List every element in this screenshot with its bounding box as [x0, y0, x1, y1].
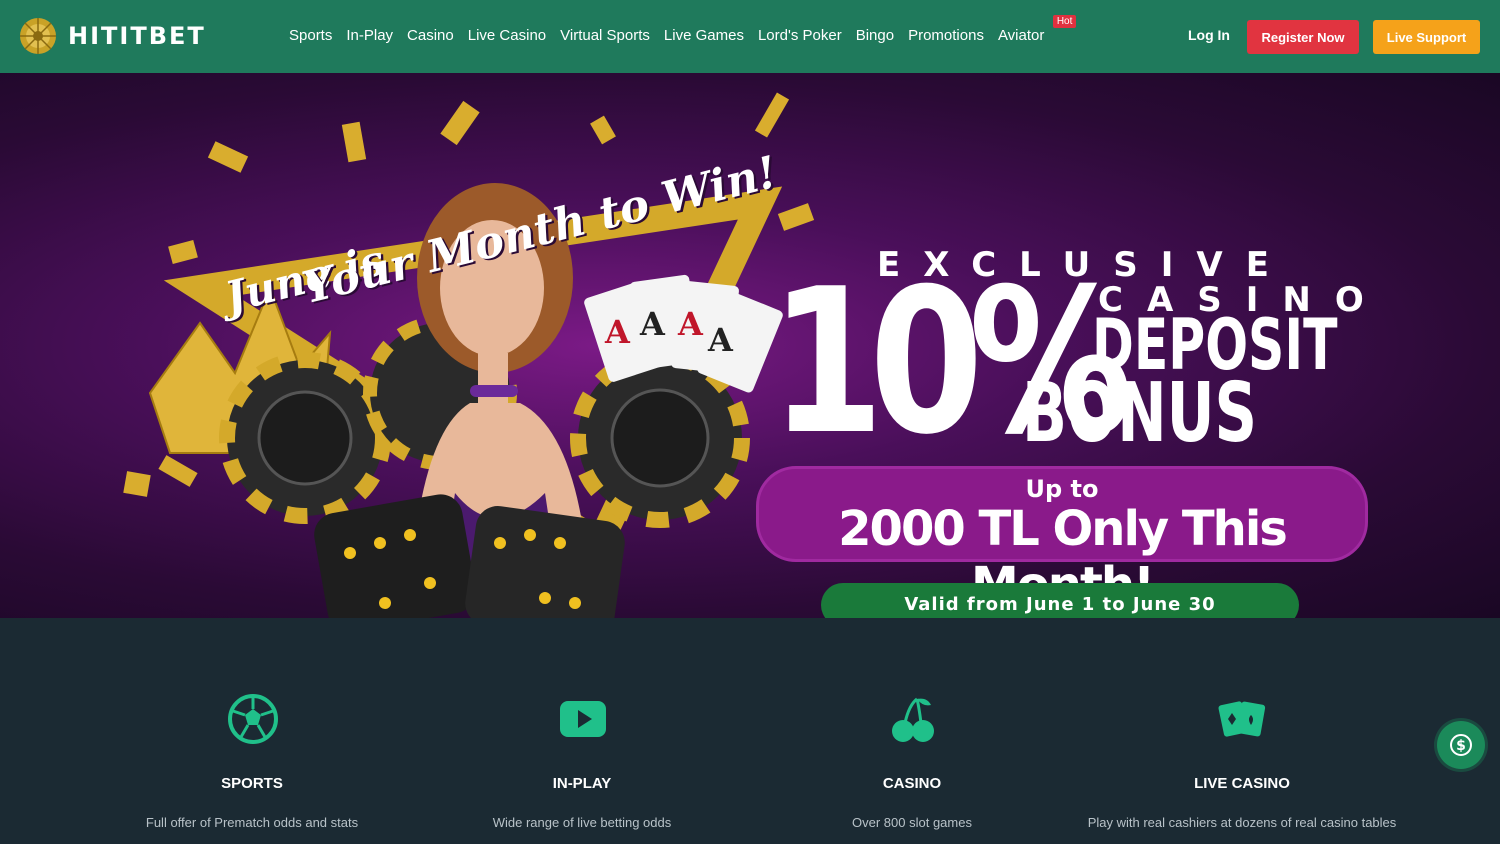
top-header: HITITBET Sports In-Play Casino Live Casi…	[0, 0, 1500, 73]
play-icon	[560, 701, 606, 737]
hero-valid-button[interactable]: Valid from June 1 to June 30	[821, 583, 1299, 618]
floating-dollar-button[interactable]: $	[1437, 721, 1485, 769]
nav-item-casino[interactable]: Casino	[407, 27, 454, 44]
cards-icon	[1218, 701, 1266, 737]
brand-name: HITITBET	[68, 22, 206, 50]
hot-badge: Hot	[1052, 15, 1077, 28]
nav-item-aviator[interactable]: Aviator Hot	[997, 15, 1077, 44]
svg-text:A: A	[639, 305, 666, 343]
features-section: SPORTS Full offer of Prematch odds and s…	[0, 618, 1500, 844]
nav-item-bingo[interactable]: Bingo	[856, 27, 894, 44]
soccer-ball-icon	[228, 694, 278, 744]
feature-desc: Play with real cashiers at dozens of rea…	[1087, 815, 1397, 830]
hero-upto: Up to	[1025, 475, 1099, 503]
nav-item-sports[interactable]: Sports	[289, 27, 332, 44]
feature-desc: Full offer of Prematch odds and stats	[145, 815, 359, 830]
feature-title: CASINO	[882, 775, 942, 792]
nav-item-aviator-label: Aviator	[997, 27, 1045, 44]
nav-item-in-play[interactable]: In-Play	[346, 27, 393, 44]
feature-title: LIVE CASINO	[1194, 775, 1290, 792]
feature-desc: Over 800 slot games	[852, 815, 972, 830]
register-button[interactable]: Register Now	[1247, 20, 1359, 54]
hero-bonus: BONUS	[1022, 366, 1258, 461]
hero-amount-box: Up to 2000 TL Only This Month!	[756, 466, 1368, 613]
svg-text:A: A	[604, 313, 631, 351]
svg-text:$: $	[1456, 738, 1466, 754]
feature-title: SPORTS	[221, 775, 283, 792]
logo-emblem-icon	[20, 18, 56, 54]
dollar-icon: $	[1450, 734, 1472, 756]
brand-logo[interactable]: HITITBET	[16, 14, 206, 58]
nav-item-virtual-sports[interactable]: Virtual Sports	[560, 27, 650, 44]
hero-banner[interactable]: A A A A June is Your Month to Win! EXCLU…	[0, 73, 1500, 618]
feature-desc: Wide range of live betting odds	[492, 815, 672, 830]
cherry-icon	[892, 697, 934, 742]
nav-item-lords-poker[interactable]: Lord's Poker	[758, 27, 842, 44]
main-nav: Sports In-Play Casino Live Casino Virtua…	[289, 15, 1077, 44]
nav-item-live-casino[interactable]: Live Casino	[468, 27, 546, 44]
nav-item-live-games[interactable]: Live Games	[664, 27, 744, 44]
nav-item-promotions[interactable]: Promotions	[908, 27, 984, 44]
feature-title: IN-PLAY	[552, 775, 612, 792]
login-link[interactable]: Log In	[1188, 27, 1230, 43]
live-support-button[interactable]: Live Support	[1373, 20, 1480, 54]
svg-text:A: A	[677, 305, 704, 343]
svg-text:A: A	[707, 321, 734, 359]
